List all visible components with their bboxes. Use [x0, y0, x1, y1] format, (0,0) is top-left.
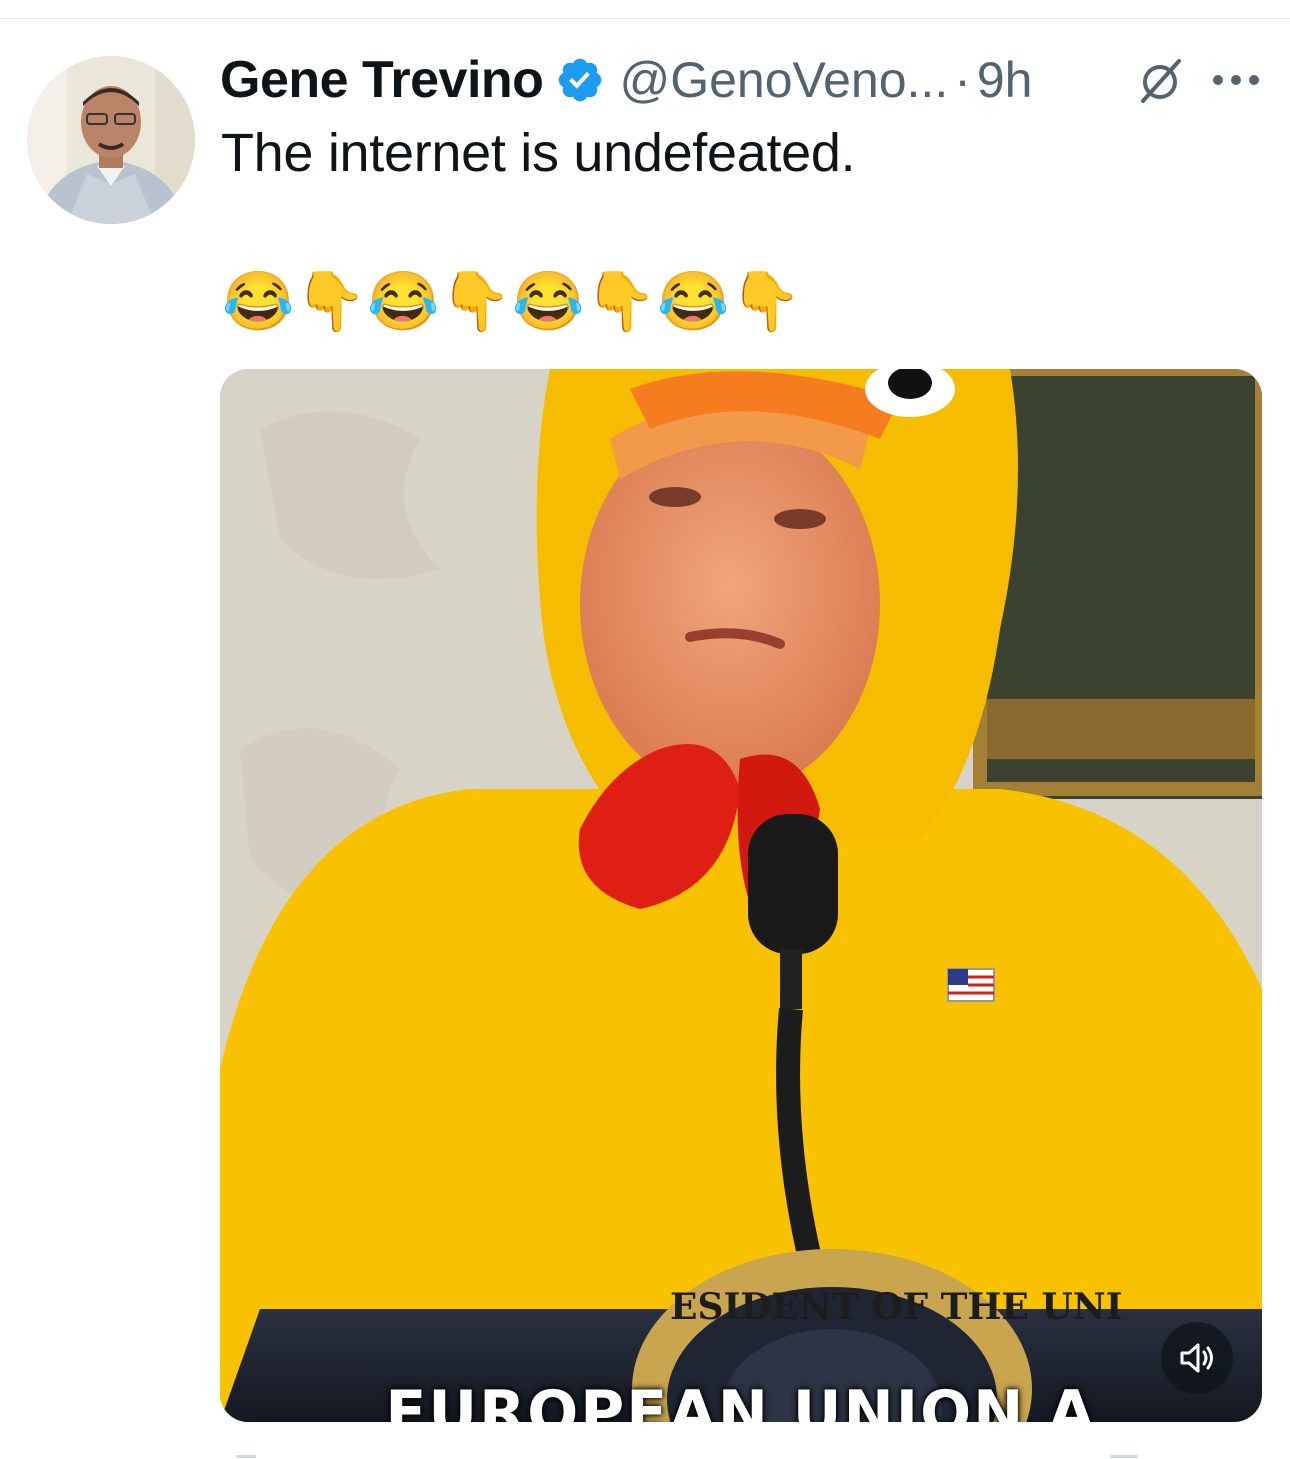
- volume-icon: [1180, 1343, 1213, 1373]
- tweet-header: Gene Trevino @GenoVeno... · 9h: [220, 48, 1270, 112]
- emoji-row: 😂 👇 😂 👇 😂 👇 😂 👇: [222, 268, 802, 338]
- laughing-emoji: 😂: [222, 269, 295, 334]
- action-bar-stub: [1110, 1455, 1138, 1458]
- grok-icon[interactable]: [1135, 55, 1185, 105]
- pointing-down-emoji: 👇: [729, 269, 802, 334]
- pointing-down-emoji: 👇: [439, 269, 512, 334]
- video-frame-image: ESIDENT OF THE UNI: [220, 369, 1262, 1422]
- pointing-down-emoji: 👇: [584, 269, 657, 334]
- timestamp[interactable]: 9h: [977, 51, 1033, 109]
- handle[interactable]: @GenoVeno...: [619, 51, 948, 109]
- separator-dot: ·: [954, 52, 971, 108]
- avatar[interactable]: [27, 56, 195, 224]
- display-name[interactable]: Gene Trevino: [220, 50, 544, 110]
- seal-text: ESIDENT OF THE UNI: [670, 1286, 1123, 1328]
- laughing-emoji: 😂: [657, 269, 730, 334]
- volume-button[interactable]: [1161, 1322, 1233, 1394]
- tweet-text: The internet is undefeated.: [221, 123, 856, 183]
- video-caption: EUROPEAN UNION A: [385, 1378, 1097, 1422]
- laughing-emoji: 😂: [367, 269, 440, 334]
- action-bar-stub: [236, 1455, 256, 1458]
- laughing-emoji: 😂: [512, 269, 585, 334]
- more-options-icon[interactable]: [1210, 62, 1262, 98]
- pointing-down-emoji: 👇: [294, 269, 367, 334]
- verified-badge-icon[interactable]: [555, 55, 605, 105]
- video-media[interactable]: ESIDENT OF THE UNI EUROPEAN UNION A: [220, 369, 1262, 1422]
- top-divider: [0, 18, 1290, 19]
